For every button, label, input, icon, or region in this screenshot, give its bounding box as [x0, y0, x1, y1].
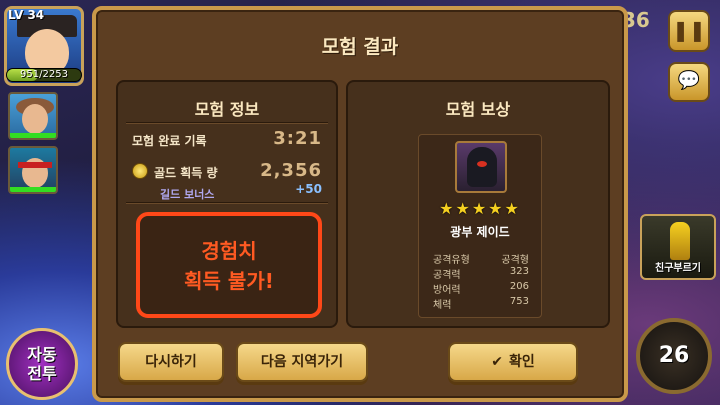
dialog-title: 모험 결과: [321, 36, 399, 58]
auto-battle-line-2: 전투: [27, 364, 57, 383]
next-area-button[interactable]: 다음 지역가기: [236, 342, 368, 382]
guild-bonus-label: 길드 보너스: [160, 188, 215, 201]
battle-timer: 26: [636, 318, 712, 394]
player-hp-bar: 951/2253: [6, 68, 82, 82]
hero-portrait: [455, 141, 507, 193]
ally-portrait-2[interactable]: [8, 146, 58, 194]
no-exp-line-1: 경험치: [201, 239, 257, 263]
stat-key: 체력: [433, 300, 452, 311]
call-friend-button[interactable]: 친구부르기: [640, 214, 716, 280]
hero-stars: ★★★★★: [439, 199, 521, 218]
pause-icon: ❚❚: [672, 18, 706, 42]
ally-portrait-1[interactable]: [8, 92, 58, 140]
record-value: 3:21: [273, 128, 322, 149]
info-panel-title: 모험 정보: [194, 100, 260, 119]
face-graphic: [22, 104, 48, 134]
adventure-info-panel: 모험 정보 모험 완료 기록 3:21 골드 획득 량 2,356 길드 보너스…: [116, 80, 338, 328]
adventure-reward-panel: 모험 보상 ★★★★★ 광부 제이드 공격유형 공격형 공격력 323 방어력 206…: [346, 80, 610, 328]
retry-button[interactable]: 다시하기: [118, 342, 224, 382]
stat-row: 체력 753: [433, 296, 529, 311]
stat-key: 방어력: [433, 285, 461, 296]
stat-key: 공격력: [433, 270, 461, 281]
pause-button[interactable]: ❚❚: [668, 10, 710, 52]
ally-hp-bar: [10, 187, 56, 192]
gold-label: 골드 획득 량: [154, 166, 218, 180]
stat-value: 공격형: [501, 255, 529, 266]
chat-button[interactable]: 💬: [668, 62, 710, 102]
stat-value: 323: [509, 266, 529, 277]
reward-panel-title: 모험 보상: [445, 100, 511, 119]
chat-icon: 💬: [677, 70, 701, 91]
player-level: LV 34: [8, 8, 45, 22]
stat-value: 206: [509, 281, 529, 292]
record-label: 모험 완료 기록: [132, 134, 207, 148]
auto-battle-button[interactable]: 자동 전투: [6, 328, 78, 400]
no-exp-line-2: 획득 불가!: [184, 269, 274, 293]
eye-graphic: [477, 161, 487, 167]
stat-value: 753: [509, 296, 529, 307]
check-icon: ✔: [491, 354, 503, 370]
hp-text: 951/2253: [20, 69, 68, 80]
stat-key: 공격유형: [433, 255, 470, 266]
reward-hero-card[interactable]: ★★★★★ 광부 제이드 공격유형 공격형 공격력 323 방어력 206 체력 753: [418, 134, 542, 318]
guild-bonus-value: +50: [295, 182, 322, 196]
call-friend-label: 친구부르기: [655, 263, 701, 274]
no-exp-warning: 경험치 획득 불가!: [136, 212, 322, 318]
confirm-label: 확인: [508, 354, 535, 370]
stat-row: 방어력 206: [433, 281, 529, 296]
confirm-button[interactable]: ✔ 확인: [448, 342, 578, 382]
hero-name: 광부 제이드: [450, 225, 510, 239]
gold-coin-icon: [132, 163, 148, 179]
stat-row: 공격력 323: [433, 266, 529, 281]
auto-battle-line-1: 자동: [27, 345, 57, 364]
hood-graphic: [467, 147, 497, 187]
divider: [126, 202, 328, 204]
adventure-result-dialog: 모험 결과 모험 정보 모험 완료 기록 3:21 골드 획득 량 2,356 …: [92, 6, 628, 402]
ally-hp-bar: [10, 133, 56, 138]
stat-row: 공격유형 공격형: [433, 251, 529, 266]
gold-value: 2,356: [260, 160, 322, 181]
headband-graphic: [18, 162, 52, 168]
divider: [126, 122, 328, 124]
friend-figure-icon: [670, 222, 690, 260]
